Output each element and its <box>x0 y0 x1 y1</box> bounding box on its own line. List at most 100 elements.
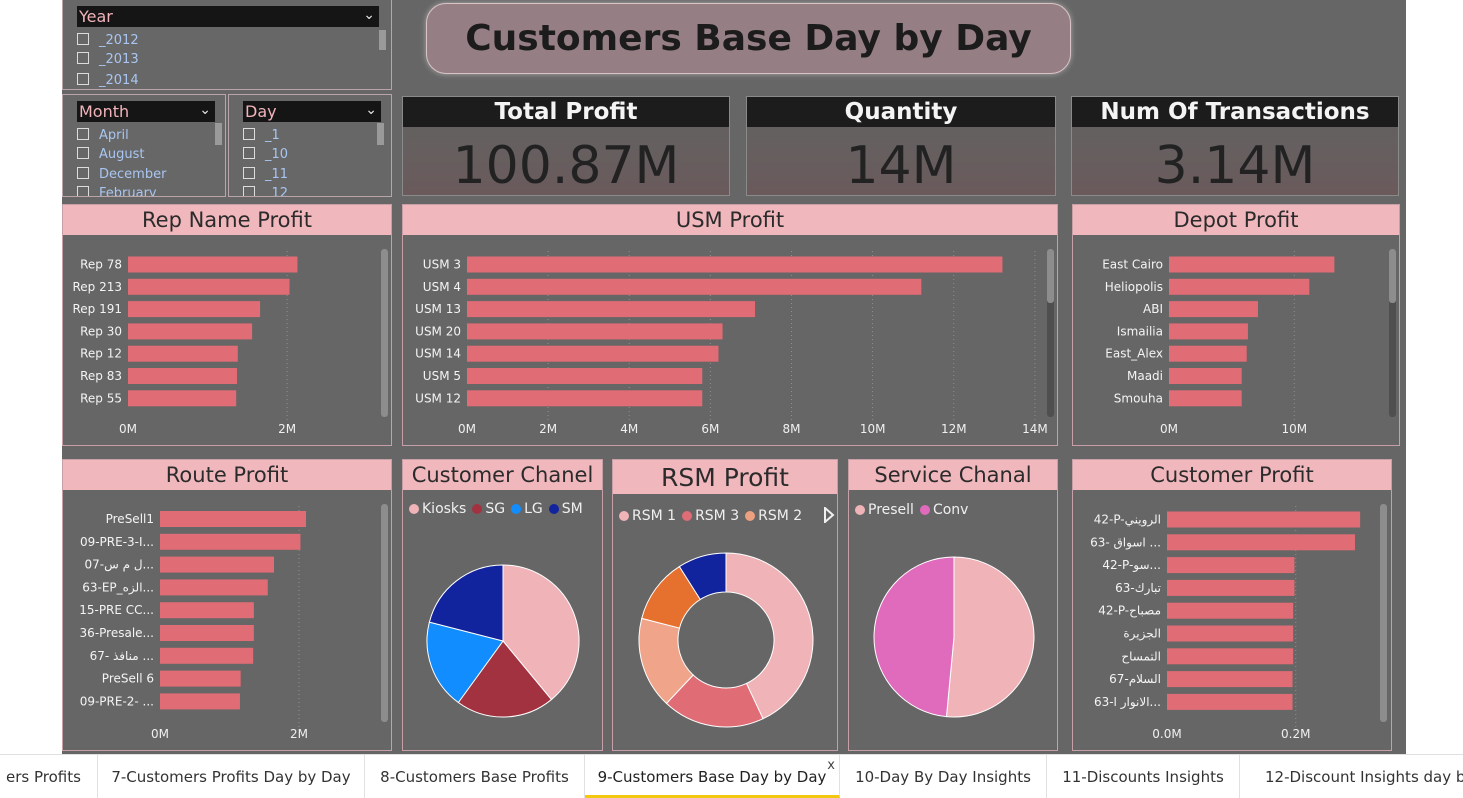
slicer-option[interactable]: _12 <box>243 185 288 196</box>
category-label: USM 14 <box>415 347 461 361</box>
slicer-option[interactable]: April <box>77 127 129 145</box>
chart-scrollbar[interactable] <box>381 504 388 722</box>
chevron-down-icon[interactable]: ⌄ <box>199 100 211 121</box>
tick-label: 0.0M <box>1152 727 1181 741</box>
checkbox[interactable] <box>77 73 89 85</box>
scrollbar-thumb[interactable] <box>381 504 388 722</box>
checkbox[interactable] <box>243 167 255 179</box>
legend-item[interactable]: LG <box>511 501 543 517</box>
bar <box>128 256 298 273</box>
day-slicer[interactable]: Day ⌄ _1 _10 _11 _12 <box>228 94 392 197</box>
tick-label: 6M <box>701 422 719 436</box>
year-slicer-header[interactable]: Year ⌄ <box>77 6 379 27</box>
tab-discount-insights-day-by-day[interactable]: 12-Discount Insights day by d <box>1240 755 1463 798</box>
slicer-option[interactable]: August <box>77 146 145 164</box>
customer-chanel-pie <box>426 564 580 718</box>
category-label: ABI <box>1143 302 1163 316</box>
scrollbar-thumb[interactable] <box>1047 249 1054 303</box>
legend-item[interactable]: SM <box>548 501 583 517</box>
tab-customers-profits-day-by-day[interactable]: 7-Customers Profits Day by Day <box>98 755 365 798</box>
legend-item[interactable]: RSM 2 <box>745 508 802 524</box>
panel-title: Rep Name Profit <box>63 205 391 235</box>
rep-name-profit-panel[interactable]: Rep Name Profit 0M 2M Rep 78 Rep 213 Rep 191… <box>62 204 392 446</box>
checkbox[interactable] <box>77 52 89 64</box>
chart-scrollbar[interactable] <box>381 249 388 417</box>
legend-item[interactable]: RSM 1 <box>619 508 676 524</box>
bar <box>160 625 254 641</box>
tab-day-by-day-insights[interactable]: 10-Day By Day Insights <box>840 755 1047 798</box>
legend-item[interactable]: RSM 3 <box>682 508 739 524</box>
bar <box>1169 278 1310 295</box>
chart-scrollbar[interactable] <box>1047 249 1054 417</box>
tick-label: 2M <box>539 422 557 436</box>
usm-profit-panel[interactable]: USM Profit 0M 2M 4M 6M 8M 10M 12M 14M USM 3 USM 4… <box>402 204 1058 446</box>
month-slicer[interactable]: Month ⌄ April August December February <box>62 94 226 197</box>
slicer-option[interactable]: _10 <box>243 146 288 164</box>
customer-profit-chart: 0.0M 0.2M 42-P-الرويني 63- اسواق ... 42-P-سو… <box>1090 506 1361 741</box>
slicer-scrollbar[interactable] <box>377 123 384 145</box>
slicer-scrollbar[interactable] <box>215 123 222 145</box>
checkbox[interactable] <box>77 167 89 179</box>
slicer-scrollbar[interactable] <box>379 30 386 50</box>
checkbox[interactable] <box>77 147 89 159</box>
bar <box>128 368 237 384</box>
tab-customers-base-day-by-day[interactable]: 9-Customers Base Day by Day x <box>585 755 840 798</box>
kpi-card-quantity[interactable]: Quantity 14M <box>746 96 1056 196</box>
checkbox[interactable] <box>243 128 255 140</box>
checkbox[interactable] <box>77 128 89 140</box>
legend-item[interactable]: Conv <box>919 502 968 518</box>
rsm-profit-panel[interactable]: RSM Profit RSM 1 RSM 3 RSM 2 <box>612 459 838 751</box>
chart-scrollbar[interactable] <box>1389 249 1396 417</box>
category-label: 42-P-سو... <box>1102 558 1161 573</box>
chevron-down-icon[interactable]: ⌄ <box>365 100 377 121</box>
page-tab-bar: ers Profits 7-Customers Profits Day by D… <box>0 754 1463 798</box>
chart-scrollbar[interactable] <box>1380 504 1387 722</box>
slicer-option[interactable]: December <box>77 166 166 184</box>
tab-discounts-insights[interactable]: 11-Discounts Insights <box>1047 755 1240 798</box>
checkbox[interactable] <box>243 186 255 196</box>
tab-customers-profits[interactable]: ers Profits <box>0 755 98 798</box>
service-chanal-panel[interactable]: Service Chanal Presell Conv <box>848 459 1058 751</box>
checkbox[interactable] <box>243 147 255 159</box>
slicer-option[interactable]: _1 <box>243 127 280 145</box>
kpi-value: 14M <box>747 137 1055 195</box>
kpi-card-transactions[interactable]: Num Of Transactions 3.14M <box>1071 96 1399 196</box>
slicer-option[interactable]: _2014 <box>77 72 139 89</box>
category-label: 09-PRE-3-I... <box>80 535 154 549</box>
bar <box>1167 648 1294 665</box>
bar <box>467 301 755 318</box>
category-label: USM 5 <box>423 369 461 383</box>
bar <box>1167 534 1355 551</box>
month-slicer-header[interactable]: Month ⌄ <box>77 101 215 122</box>
chart-legend: Presell Conv <box>855 502 974 518</box>
legend-dot <box>682 511 693 521</box>
slicer-option[interactable]: _11 <box>243 166 288 184</box>
scrollbar-thumb[interactable] <box>1380 504 1387 722</box>
tick-label: 0.2M <box>1281 727 1310 741</box>
checkbox[interactable] <box>77 186 89 196</box>
scrollbar-thumb[interactable] <box>381 249 388 417</box>
chart-legend: RSM 1 RSM 3 RSM 2 <box>619 508 808 524</box>
close-icon[interactable]: x <box>827 755 835 788</box>
day-slicer-header[interactable]: Day ⌄ <box>243 101 381 122</box>
slicer-option[interactable]: _2012 <box>77 32 139 50</box>
slicer-option[interactable]: February <box>77 185 157 196</box>
legend-item[interactable]: Kiosks <box>409 501 466 517</box>
route-profit-panel[interactable]: Route Profit 0M 2M PreSell1 09-PRE-3-I... 07… <box>62 459 392 751</box>
checkbox[interactable] <box>77 33 89 45</box>
customer-profit-panel[interactable]: Customer Profit 0.0M 0.2M 42-P-الرويني 63- … <box>1072 459 1392 751</box>
depot-profit-panel[interactable]: Depot Profit 0M 10M East Cairo Heliopolis AB… <box>1072 204 1400 446</box>
bar <box>1169 345 1247 362</box>
panel-title: Customer Profit <box>1073 460 1391 490</box>
year-slicer[interactable]: Year ⌄ _2012 _2013 _2014 <box>62 0 392 90</box>
chevron-down-icon[interactable]: ⌄ <box>363 5 375 26</box>
legend-item[interactable]: Presell <box>855 502 914 518</box>
tab-customers-base-profits[interactable]: 8-Customers Base Profits <box>365 755 585 798</box>
legend-item[interactable]: SG <box>472 501 505 517</box>
slicer-option[interactable]: _2013 <box>77 51 139 69</box>
legend-next-icon[interactable] <box>823 507 835 523</box>
customer-chanel-panel[interactable]: Customer Chanel Kiosks SG LG SM <box>402 459 603 751</box>
category-label: PreSell1 <box>106 512 154 526</box>
kpi-card-total-profit[interactable]: Total Profit 100.87M <box>402 96 730 196</box>
scrollbar-thumb[interactable] <box>1389 249 1396 303</box>
